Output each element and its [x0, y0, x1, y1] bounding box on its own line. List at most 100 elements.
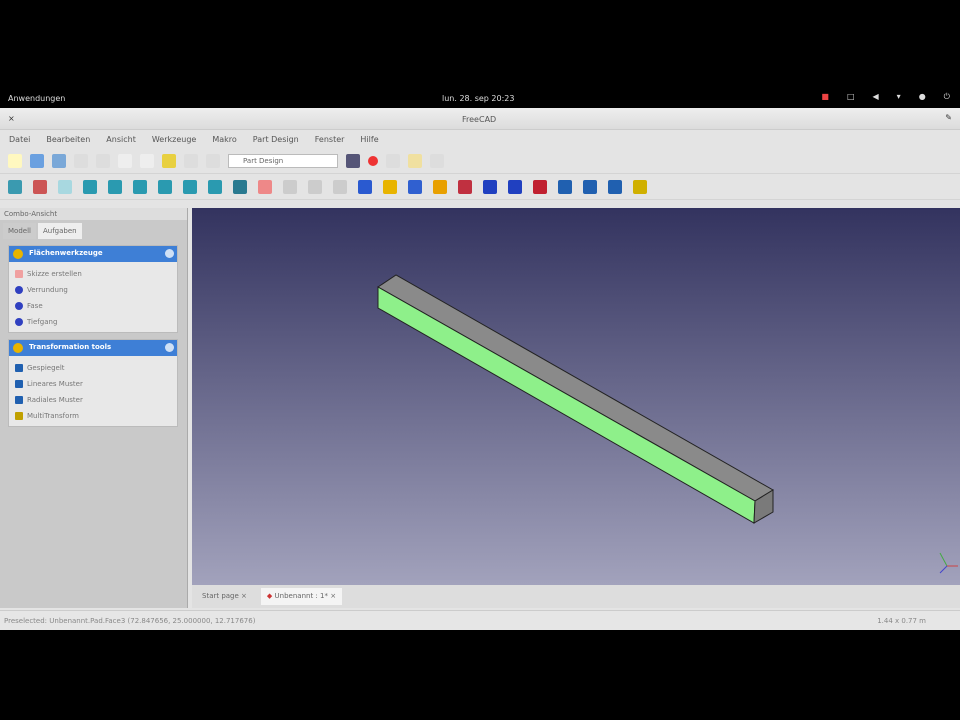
sketch-icon: [15, 270, 23, 278]
macro-icon[interactable]: [408, 153, 422, 168]
multitransform-icon: [15, 412, 23, 420]
view-isometric-icon[interactable]: [58, 179, 72, 194]
thickness-icon[interactable]: [533, 179, 547, 194]
axis-cross-icon: [939, 552, 958, 574]
beam-front-face[interactable]: [377, 286, 756, 524]
window-icon: □: [846, 92, 855, 101]
network-icon: ▾: [896, 92, 901, 101]
view-fit-icon[interactable]: [8, 179, 22, 194]
tab-modell[interactable]: Modell: [3, 223, 36, 239]
task-item-multitransform[interactable]: MultiTransform: [15, 408, 177, 424]
draft-icon: [15, 318, 23, 326]
multitransform-icon[interactable]: [633, 179, 647, 194]
panel-header[interactable]: Transformation tools: [9, 340, 177, 356]
combo-view: Combo-Ansicht Modell Aufgaben Flächenwer…: [0, 208, 188, 608]
save-icon[interactable]: [52, 153, 66, 168]
menu-fenster[interactable]: Fenster: [315, 135, 345, 144]
part-design-toolbar: [0, 174, 960, 200]
view-front-icon[interactable]: [83, 179, 97, 194]
new-icon[interactable]: [8, 153, 22, 168]
record-macro-icon[interactable]: [368, 155, 378, 166]
volume-icon: ◀: [872, 92, 879, 101]
pad-body-model[interactable]: [192, 208, 960, 585]
polar-pattern-icon: [15, 396, 23, 404]
refresh-icon[interactable]: [206, 153, 220, 168]
redo-icon[interactable]: [184, 153, 198, 168]
task-item-fase[interactable]: Fase: [15, 298, 177, 314]
camera-icon: ■: [821, 92, 829, 101]
revolution-icon[interactable]: [333, 179, 347, 194]
paste-icon[interactable]: [140, 153, 154, 168]
body-icon[interactable]: [358, 179, 372, 194]
status-bar: Preselected: Unbenannt.Pad.Face3 (72.847…: [0, 610, 960, 630]
view-bottom-icon[interactable]: [183, 179, 197, 194]
document-tabs: Start page × ◆ Unbenannt : 1* ×: [192, 585, 960, 608]
panel-transformation: Transformation tools Gespiegelt Lineares…: [8, 339, 178, 427]
close-icon[interactable]: ×: [330, 592, 336, 600]
linear-pattern-icon: [15, 380, 23, 388]
undo-icon[interactable]: [162, 153, 176, 168]
save-as-icon[interactable]: [74, 153, 88, 168]
open-icon[interactable]: [30, 153, 44, 168]
stop-macro-icon[interactable]: [386, 153, 400, 168]
task-item-radiales-muster[interactable]: Radiales Muster: [15, 392, 177, 408]
task-item-lineares-muster[interactable]: Lineares Muster: [15, 376, 177, 392]
close-icon[interactable]: ×: [8, 114, 15, 123]
linear-pattern-icon[interactable]: [583, 179, 597, 194]
measure-icon[interactable]: [233, 179, 247, 194]
menu-ansicht[interactable]: Ansicht: [106, 135, 136, 144]
freecad-window: × FreeCAD ✎ Datei Bearbeiten Ansicht Wer…: [0, 108, 960, 630]
combo-view-title: Combo-Ansicht: [0, 208, 187, 220]
mirrored-icon[interactable]: [558, 179, 572, 194]
menu-makro[interactable]: Makro: [212, 135, 236, 144]
title-bar: × FreeCAD ✎: [0, 108, 960, 130]
view-rear-icon[interactable]: [158, 179, 172, 194]
panel-flaechenwerkzeuge: Flächenwerkzeuge Skizze erstellen Verrun…: [8, 245, 178, 333]
draft-icon[interactable]: [508, 179, 522, 194]
close-icon[interactable]: ×: [241, 592, 247, 600]
task-item-gespiegelt[interactable]: Gespiegelt: [15, 360, 177, 376]
pocket-icon[interactable]: [308, 179, 322, 194]
menu-part-design[interactable]: Part Design: [253, 135, 299, 144]
pad-icon[interactable]: [283, 179, 297, 194]
copy-icon[interactable]: [118, 153, 132, 168]
window-title: FreeCAD: [462, 115, 497, 124]
tab-start-page[interactable]: Start page ×: [196, 588, 253, 605]
view-right-icon[interactable]: [133, 179, 147, 194]
power-icon: ⏻: [943, 92, 950, 101]
chamfer-icon[interactable]: [483, 179, 497, 194]
cut-icon[interactable]: [96, 153, 110, 168]
menu-hilfe[interactable]: Hilfe: [360, 135, 378, 144]
tab-aufgaben[interactable]: Aufgaben: [37, 223, 82, 239]
status-message: Preselected: Unbenannt.Pad.Face3 (72.847…: [4, 617, 256, 625]
workbench-selector[interactable]: Part Design: [228, 153, 338, 168]
whats-this-icon[interactable]: [346, 153, 360, 168]
3d-viewport[interactable]: [192, 208, 960, 585]
system-tray[interactable]: ■ □ ◀ ▾ ● ⏻: [821, 92, 950, 102]
groove-icon[interactable]: [433, 179, 447, 194]
fillet-icon[interactable]: [458, 179, 472, 194]
menu-werkzeuge[interactable]: Werkzeuge: [152, 135, 196, 144]
beam-top-face[interactable]: [377, 274, 774, 502]
task-item-tiefgang[interactable]: Tiefgang: [15, 314, 177, 330]
tab-unbenannt[interactable]: ◆ Unbenannt : 1* ×: [260, 588, 343, 605]
dimension-readout: 1.44 x 0.77 m: [877, 617, 926, 625]
task-item-skizze[interactable]: Skizze erstellen: [15, 266, 177, 282]
pocket-feature-icon[interactable]: [408, 179, 422, 194]
fillet-icon: [15, 286, 23, 294]
clock[interactable]: lun. 28. sep 20:23: [442, 94, 514, 103]
execute-macro-icon[interactable]: [430, 153, 444, 168]
edit-icon[interactable]: ✎: [945, 113, 952, 122]
menu-bearbeiten[interactable]: Bearbeiten: [46, 135, 90, 144]
panel-header[interactable]: Flächenwerkzeuge: [9, 246, 177, 262]
sketch-icon[interactable]: [258, 179, 272, 194]
view-top-icon[interactable]: [108, 179, 122, 194]
menu-datei[interactable]: Datei: [9, 135, 30, 144]
view-left-icon[interactable]: [208, 179, 222, 194]
activities-button[interactable]: Anwendungen: [8, 94, 65, 103]
draw-style-icon[interactable]: [33, 179, 47, 194]
pad-feature-icon[interactable]: [383, 179, 397, 194]
user-icon: ●: [918, 92, 926, 101]
polar-pattern-icon[interactable]: [608, 179, 622, 194]
task-item-verrundung[interactable]: Verrundung: [15, 282, 177, 298]
